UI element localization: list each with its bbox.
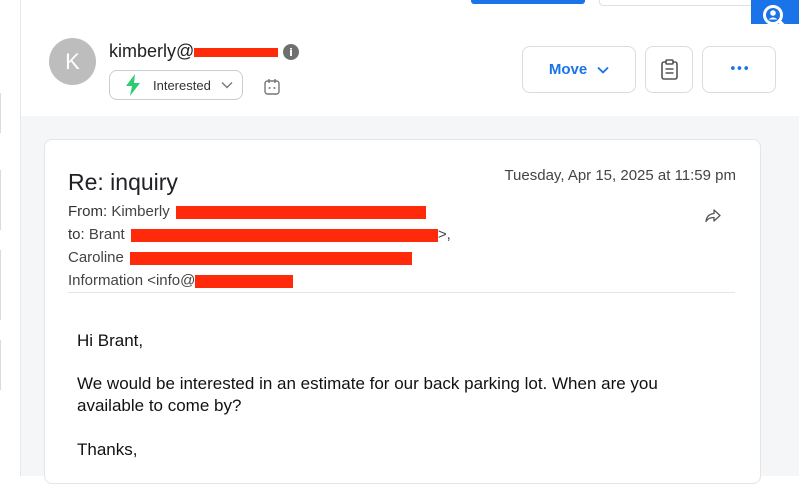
sender-email-text: kimberly@ <box>109 41 195 61</box>
redaction-bar <box>175 205 426 219</box>
sender-email: kimberly@ <box>109 41 279 62</box>
cc-line: Caroline <box>68 249 413 266</box>
move-button-label: Move <box>548 61 588 78</box>
to-name[interactable]: Brant <box>89 226 125 243</box>
redaction-bar <box>130 228 438 242</box>
active-tab-indicator[interactable] <box>471 0 585 4</box>
reply-icon[interactable] <box>705 209 721 223</box>
left-rail <box>0 0 21 476</box>
cc-name[interactable]: Caroline <box>68 249 124 266</box>
rail-divider <box>0 93 1 133</box>
bolt-icon <box>126 74 140 96</box>
body-greeting: Hi Brant, <box>77 331 144 350</box>
email-header: K kimberly@ i Interested Move ••• <box>21 24 799 116</box>
header-divider <box>68 292 735 293</box>
more-options-button[interactable]: ••• <box>702 46 776 93</box>
status-dropdown[interactable]: Interested <box>109 70 243 100</box>
redaction-bar <box>195 274 294 288</box>
from-label: From: <box>68 203 108 220</box>
body-signoff: Thanks, <box>77 440 138 459</box>
rail-divider <box>0 170 1 230</box>
cc-name-2[interactable]: Information <info@ <box>68 272 195 289</box>
redaction-bar <box>194 47 279 57</box>
from-line: From: Kimberly <box>68 203 426 220</box>
top-bar <box>21 0 799 25</box>
calendar-icon[interactable] <box>264 78 280 95</box>
to-trailing: >, <box>437 226 451 243</box>
message-area: Re: inquiry Tuesday, Apr 15, 2025 at 11:… <box>21 116 799 484</box>
to-label: to: <box>68 226 85 243</box>
rail-divider <box>0 340 1 390</box>
info-icon[interactable]: i <box>283 44 299 60</box>
to-line: to: Brant >, <box>68 226 451 243</box>
cc-line-2: Information <info@ <box>68 272 294 289</box>
status-label: Interested <box>153 77 211 93</box>
move-button[interactable]: Move <box>522 46 636 93</box>
email-date: Tuesday, Apr 15, 2025 at 11:59 pm <box>504 167 736 184</box>
email-card: Re: inquiry Tuesday, Apr 15, 2025 at 11:… <box>44 139 761 484</box>
from-name[interactable]: Kimberly <box>111 203 169 220</box>
more-icon: ••• <box>728 62 750 77</box>
rail-divider <box>0 250 1 320</box>
chevron-down-icon <box>221 82 233 89</box>
notes-button[interactable] <box>645 46 693 93</box>
email-subject: Re: inquiry <box>68 169 178 195</box>
redaction-bar <box>130 251 413 265</box>
notes-icon <box>660 59 678 80</box>
body-paragraph: We would be interested in an estimate fo… <box>77 374 658 415</box>
avatar: K <box>49 38 96 85</box>
chevron-down-icon <box>597 66 609 74</box>
